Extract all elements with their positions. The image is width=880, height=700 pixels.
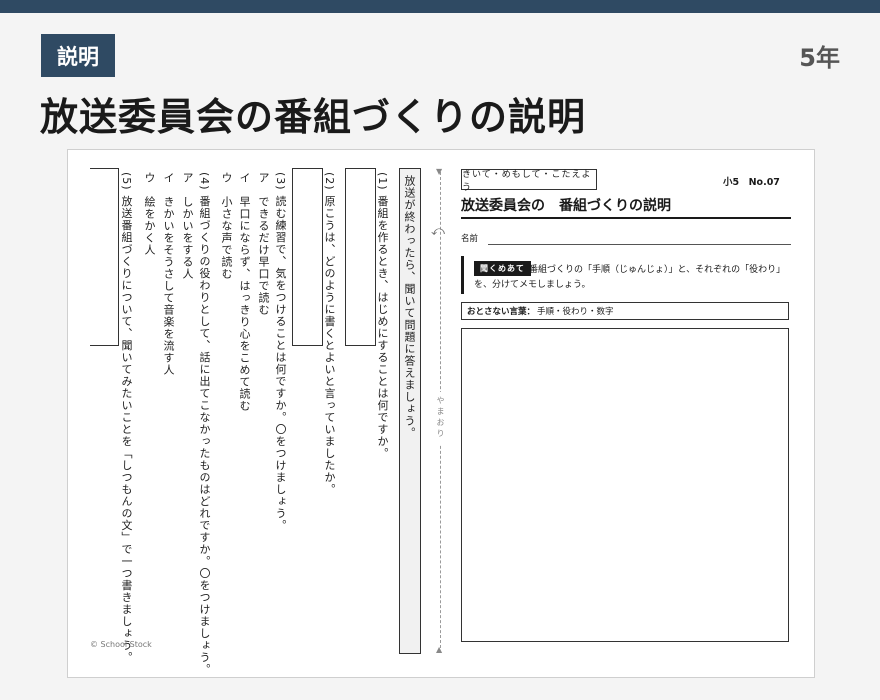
instruction-line-1: 番組づくりの「手順（じゅんじょ）」と、それぞれの「役わり」: [529, 265, 786, 275]
name-line: [488, 244, 791, 245]
listening-goal-tag: 聞くめあて: [474, 261, 531, 276]
key-words-box: おとさない言葉： 手順・役わり・数字: [461, 302, 789, 320]
q4-option-a: ア しかいをする人: [181, 172, 194, 280]
category-badge: 説明: [41, 34, 115, 77]
fold-arrow-top-icon: ▼: [436, 167, 443, 176]
question-1: (1) 番組を作るとき、はじめにすることは何ですか。: [376, 172, 389, 460]
key-words: 手順・役わり・数字: [537, 307, 614, 317]
answer-box-1: [345, 168, 376, 346]
intro-text: 放送が終わったら、聞いて問題に答えましょう。: [403, 175, 416, 439]
sheet-number: 小5 No.07: [723, 177, 780, 188]
fold-arrow-bottom-icon: ▲: [436, 645, 443, 654]
grade-label: 5年: [799, 44, 840, 72]
question-5: (5) 放送番組づくりについて、聞いてみたいことを「しつもんの文」で一つ書きまし…: [120, 172, 133, 664]
fold-hook-icon: ⤺: [431, 224, 445, 239]
q4-option-b: イ きかいをそうさして音楽を流す人: [162, 172, 175, 376]
question-3: (3) 読む練習で、気をつけることは何ですか。〇をつけましょう。: [274, 172, 287, 532]
instruction-line-2: を、分けてメモしましょう。: [474, 280, 591, 290]
q3-option-c: ウ 小さな声で読む: [220, 172, 233, 280]
intro-box: 放送が終わったら、聞いて問題に答えましょう。: [399, 168, 421, 654]
worksheet-preview: 放送が終わったら、聞いて問題に答えましょう。 (1) 番組を作るとき、はじめにす…: [67, 149, 815, 678]
answer-box-5: [90, 168, 119, 346]
q3-option-b: イ 早口にならず、はっきり心をこめて読む: [238, 172, 251, 412]
q4-option-c: ウ 絵をかく人: [143, 172, 156, 256]
sheet-title: 放送委員会の 番組づくりの説明: [461, 198, 671, 214]
instruction-bar: [461, 256, 464, 294]
key-words-label: おとさない言葉：: [467, 307, 536, 317]
page-title: 放送委員会の番組づくりの説明: [40, 95, 587, 139]
memo-area: [461, 328, 789, 642]
copyright-text: © School Stock: [90, 640, 152, 649]
question-4: (4) 番組づくりの役わりとして、話に出てこなかったものはどれですか。〇をつけま…: [198, 172, 211, 676]
fold-label: やまおり: [435, 392, 446, 444]
top-accent-bar: [0, 0, 880, 13]
q3-option-a: ア できるだけ早口で読む: [257, 172, 270, 316]
answer-box-2: [292, 168, 323, 346]
activity-category: きいて・めもして・こたえよう: [461, 169, 597, 193]
question-2: (2) 原こうは、どのように書くとよいと言っていましたか。: [323, 172, 336, 496]
name-label: 名前: [461, 234, 479, 244]
title-rule: [461, 217, 791, 219]
